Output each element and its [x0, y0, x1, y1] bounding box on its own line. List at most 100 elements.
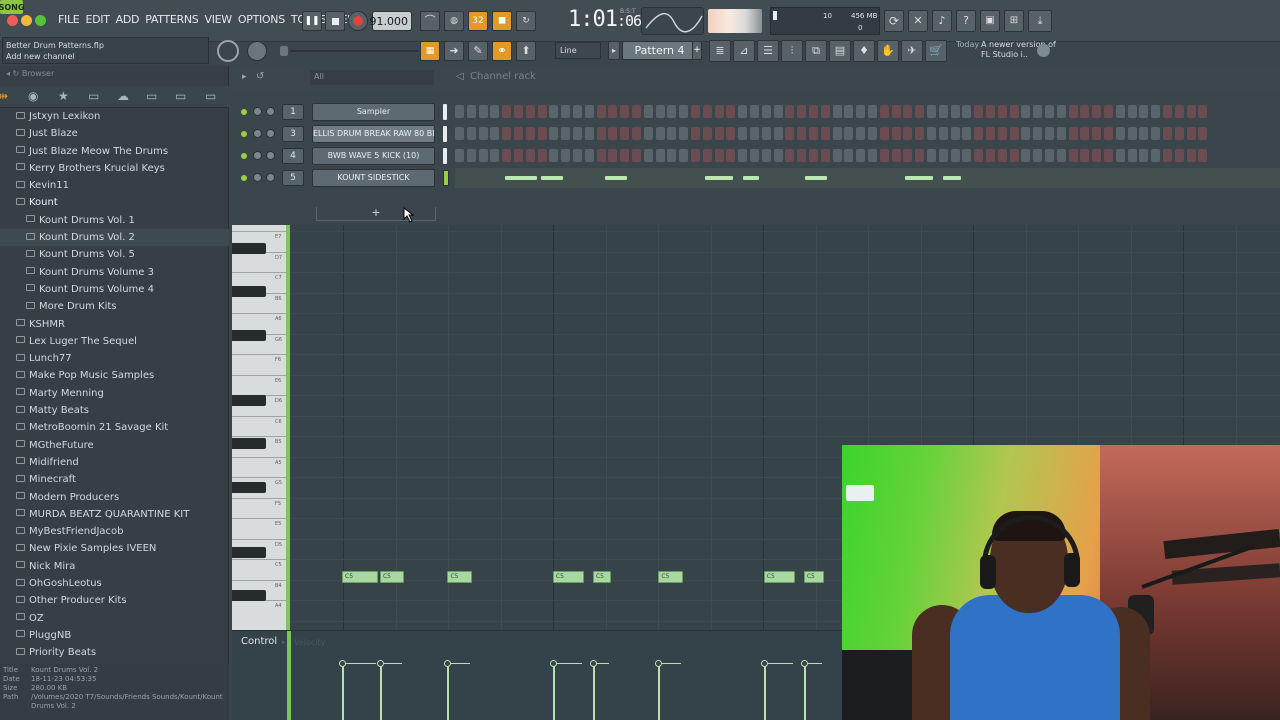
plugin-picker-icon[interactable]: ♦ — [853, 40, 875, 62]
step-button[interactable] — [455, 127, 464, 140]
step-button[interactable] — [655, 127, 665, 140]
step-button[interactable] — [879, 127, 889, 140]
step-button[interactable] — [868, 127, 877, 140]
favorites-icon[interactable]: ★ — [58, 89, 69, 103]
step-button[interactable] — [596, 149, 606, 162]
step-button[interactable] — [1080, 149, 1090, 162]
cloud-icon[interactable]: ☁ — [117, 89, 129, 103]
step-button[interactable] — [632, 105, 641, 118]
step-button[interactable] — [856, 149, 866, 162]
browser-folder[interactable]: More Drum Kits — [0, 298, 229, 315]
piano-keyboard[interactable]: E7 D7 C7 B6 A6 G6 F6 E6 D6 C6 B5 A5 G5 F5 E5 D5 C5 B4 A4 — [232, 225, 286, 630]
browser-folder[interactable]: MURDA BEATZ QUARANTINE KIT — [0, 506, 229, 523]
arrow-icon[interactable]: ➜ — [444, 41, 464, 61]
step-button[interactable] — [502, 105, 512, 118]
browser-folder[interactable]: KSHMR — [0, 316, 229, 333]
browser-folder[interactable]: PluggNB — [0, 627, 229, 644]
step-button[interactable] — [1104, 105, 1113, 118]
step-button[interactable] — [974, 105, 984, 118]
step-button[interactable] — [573, 127, 582, 140]
master-pitch-gradient[interactable] — [708, 9, 762, 33]
folder-icon[interactable]: ▭ — [146, 89, 157, 103]
menu-item-view[interactable]: VIEW — [201, 13, 234, 26]
note-block[interactable]: C5 — [658, 571, 683, 583]
step-button[interactable] — [702, 149, 712, 162]
browser-folder[interactable]: Just Blaze Meow The Drums — [0, 143, 229, 160]
step-button[interactable] — [1198, 105, 1208, 118]
step-button[interactable] — [986, 105, 995, 118]
step-button[interactable] — [466, 149, 476, 162]
browser-folder[interactable]: Modern Producers — [0, 489, 229, 506]
channel-row[interactable]: 3 ELLIS DRUM BREAK RAW 80 BPM — [232, 124, 1280, 144]
step-button[interactable] — [608, 149, 618, 162]
step-button[interactable] — [537, 105, 547, 118]
step-button[interactable] — [726, 105, 736, 118]
piano-roll-view-icon[interactable]: ⊿ — [733, 40, 755, 62]
step-button[interactable] — [1092, 127, 1102, 140]
step-button[interactable] — [655, 105, 665, 118]
browser-folder[interactable]: Lunch77 — [0, 350, 229, 367]
step-button[interactable] — [950, 105, 960, 118]
black-key[interactable] — [232, 438, 266, 450]
step-button[interactable] — [1186, 149, 1196, 162]
step-button[interactable] — [891, 149, 901, 162]
maximize-window-icon[interactable] — [35, 15, 46, 26]
browser-folder[interactable]: Kount Drums Volume 4 — [0, 281, 229, 298]
swing-icon[interactable]: ↺ — [256, 71, 264, 82]
step-button[interactable] — [726, 127, 736, 140]
velocity-bar[interactable] — [592, 663, 595, 720]
step-button[interactable] — [820, 105, 830, 118]
step-button[interactable] — [502, 127, 512, 140]
channel-row[interactable]: 5 KOUNT SIDESTICK — [232, 168, 1280, 188]
browser-folder[interactable]: Make Pop Music Samples — [0, 367, 229, 384]
velocity-bar[interactable] — [763, 663, 766, 720]
step-button[interactable] — [938, 105, 948, 118]
velocity-handle[interactable] — [760, 660, 768, 667]
link-icon[interactable]: ⚭ — [492, 41, 512, 61]
step-button[interactable] — [738, 105, 748, 118]
menu-item-edit[interactable]: EDIT — [82, 13, 112, 26]
step-button[interactable] — [997, 105, 1007, 118]
control-label[interactable]: Control — [241, 636, 277, 647]
browser-folder[interactable]: New Pixie Samples IVEEN — [0, 540, 229, 557]
step-button[interactable] — [903, 127, 913, 140]
play-icon[interactable]: ❚❚ — [302, 11, 322, 31]
pan-knob[interactable] — [253, 129, 262, 138]
step-button[interactable] — [879, 149, 889, 162]
step-button[interactable] — [1080, 127, 1090, 140]
step-button[interactable] — [643, 127, 653, 140]
step-button[interactable] — [573, 149, 582, 162]
step-button[interactable] — [1174, 149, 1184, 162]
step-button[interactable] — [773, 105, 783, 118]
step-button[interactable] — [490, 149, 500, 162]
pan-knob[interactable] — [253, 151, 262, 160]
black-key[interactable] — [232, 286, 266, 298]
step-button[interactable] — [679, 127, 689, 140]
velocity-bar[interactable] — [379, 663, 382, 720]
wait-input-icon[interactable]: ◍ — [444, 11, 464, 31]
step-button[interactable] — [785, 105, 795, 118]
step-button[interactable] — [620, 105, 630, 118]
step-button[interactable] — [1009, 127, 1019, 140]
browser-folder[interactable]: MGtheFuture — [0, 437, 229, 454]
stop-icon[interactable] — [325, 11, 345, 31]
step-button[interactable] — [632, 149, 641, 162]
step-button[interactable] — [620, 127, 630, 140]
step-button[interactable] — [809, 105, 818, 118]
channel-number[interactable]: 4 — [282, 148, 304, 164]
master-pitch-knob[interactable] — [247, 41, 267, 61]
all-files-icon[interactable]: ⇹ — [0, 89, 8, 103]
step-button[interactable] — [974, 149, 984, 162]
step-button[interactable] — [915, 149, 925, 162]
step-button[interactable] — [986, 127, 995, 140]
velocity-bar[interactable] — [658, 663, 661, 720]
step-button[interactable] — [1021, 127, 1031, 140]
velocity-handle[interactable] — [589, 660, 597, 667]
channel-select-indicator[interactable] — [443, 170, 449, 186]
plugin-icon[interactable]: ⧉ — [805, 40, 827, 62]
shop-icon[interactable]: 🛒 — [925, 40, 947, 62]
step-button[interactable] — [1045, 127, 1054, 140]
mute-led-icon[interactable] — [241, 153, 247, 159]
step-button[interactable] — [891, 127, 901, 140]
add-pattern-icon[interactable]: + — [692, 41, 702, 60]
